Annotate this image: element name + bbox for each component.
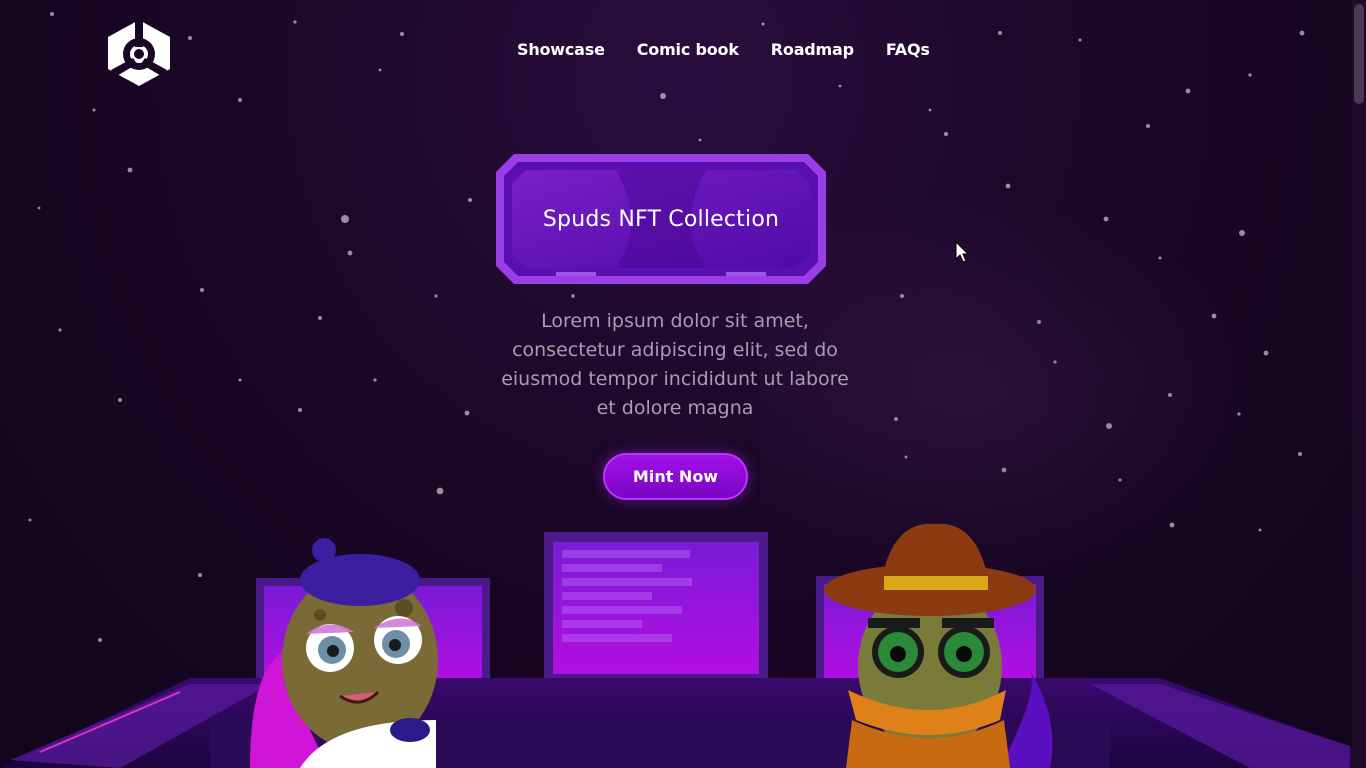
mouse-pointer-icon	[955, 241, 969, 263]
hero-description: Lorem ipsum dolor sit amet, consectetur …	[501, 310, 849, 419]
main-nav: Showcase Comic book Roadmap FAQs	[517, 40, 930, 59]
page-scrollbar[interactable]	[1352, 0, 1366, 768]
spaceship-cockpit-illustration	[0, 523, 1352, 768]
nav-comic-book-link[interactable]: Comic book	[637, 40, 739, 59]
hero-title: Spuds NFT Collection	[542, 206, 780, 232]
scrollbar-thumb[interactable]	[1354, 4, 1364, 104]
nav-faqs-link[interactable]: FAQs	[886, 40, 930, 59]
nav-showcase-link[interactable]: Showcase	[517, 40, 605, 59]
nav-roadmap-link[interactable]: Roadmap	[771, 40, 854, 59]
mint-now-button[interactable]: Mint Now	[603, 453, 748, 500]
cube-logo-icon[interactable]	[108, 20, 170, 86]
